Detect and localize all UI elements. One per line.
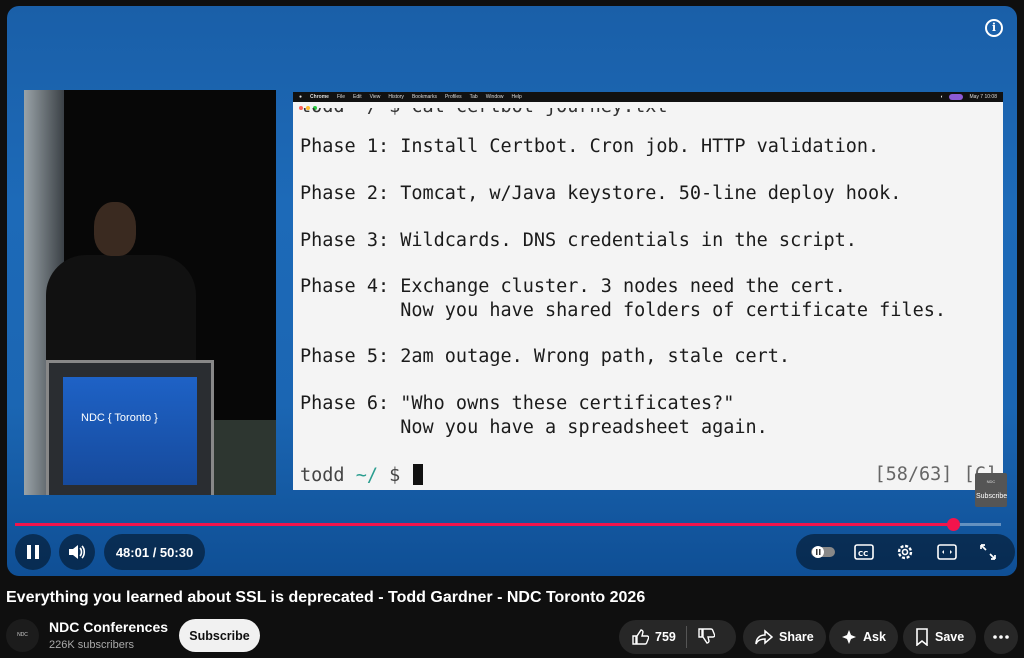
pause-button[interactable] [15, 534, 51, 570]
subscriber-count: 226K subscribers [49, 639, 134, 651]
menubar-item: History [388, 94, 404, 100]
menubar-item: Profiles [444, 94, 462, 100]
time-total: 50:30 [159, 544, 194, 560]
ask-label: Ask [863, 630, 886, 644]
volume-icon [69, 545, 86, 559]
menubar-item: Help [511, 94, 522, 100]
progress-fill [15, 523, 953, 526]
menubar-item: View [369, 94, 381, 100]
share-button[interactable]: Share [743, 620, 826, 654]
prompt-user: todd [300, 465, 345, 486]
save-button[interactable]: Save [903, 620, 977, 654]
menubar-item: Bookmarks [411, 94, 437, 100]
video-player[interactable]: i NDC { Toronto } ● Chrome File Edit Vie… [7, 6, 1017, 576]
share-icon [755, 629, 773, 645]
camera-shelf [204, 420, 276, 495]
terminal-line: Now you have a spreadsheet again. [300, 417, 768, 438]
fullscreen-icon [980, 544, 997, 560]
time-current: 48:01 [115, 544, 150, 560]
captions-button[interactable]: CC [851, 541, 877, 563]
apple-icon: ● [299, 94, 303, 100]
video-title: Everything you learned about SSL is depr… [6, 589, 646, 606]
menubar-item: Window [485, 94, 504, 100]
fullscreen-button[interactable] [975, 541, 1001, 563]
speaker-body [46, 255, 196, 375]
status-icon: ◐ [940, 94, 944, 100]
progress-bar[interactable] [15, 518, 1001, 531]
menubar-item: File [336, 94, 345, 100]
prompt-dir: ~/ [355, 465, 378, 486]
terminal-line: Phase 6: "Who owns these certificates?" [300, 393, 735, 414]
presentation-slide: ● Chrome File Edit View History Bookmark… [293, 92, 1003, 490]
share-label: Share [779, 630, 814, 644]
info-icon[interactable]: i [985, 19, 1003, 37]
terminal-cursor [413, 464, 424, 485]
dislike-icon [698, 627, 716, 644]
ask-button[interactable]: Ask [829, 620, 898, 654]
more-actions-button[interactable] [984, 620, 1018, 654]
volume-button[interactable] [59, 534, 95, 570]
prompt-symbol: $ [389, 465, 401, 486]
save-label: Save [935, 630, 965, 644]
miniplayer-icon [937, 544, 957, 560]
menubar-app: Chrome [310, 94, 329, 100]
channel-watermark[interactable]: NDC [975, 473, 1007, 507]
more-icon [993, 635, 1009, 639]
settings-icon [898, 544, 913, 560]
time-display: 48:01 / 50:30 [104, 534, 205, 570]
progress-scrubber[interactable] [946, 518, 960, 531]
terminal-line: Phase 4: Exchange cluster. 3 nodes need … [300, 276, 846, 297]
sparkle-icon [842, 630, 856, 644]
terminal-line: Phase 2: Tomcat, w/Java keystore. 50-lin… [300, 183, 902, 204]
captions-icon: CC [854, 544, 874, 560]
pause-icon [27, 545, 39, 559]
watermark-subscribe-label[interactable]: Subscribe [976, 493, 1007, 500]
podium: NDC { Toronto } [46, 360, 214, 495]
action-divider [685, 626, 687, 648]
speaker-camera-feed: NDC { Toronto } [24, 90, 276, 495]
menubar-item: Tab [469, 94, 478, 100]
podium-screen: NDC { Toronto } [63, 377, 197, 485]
like-button[interactable]: 759 [631, 628, 676, 646]
settings-button[interactable] [892, 541, 918, 563]
terminal-line: Now you have shared folders of certifica… [300, 300, 947, 321]
save-icon [916, 628, 928, 646]
svg-text:CC: CC [858, 550, 868, 558]
terminal-prompt: todd ~/ $ [300, 464, 424, 486]
like-icon [632, 629, 649, 645]
avatar[interactable]: NDC Conferences [6, 619, 39, 652]
status-pill-icon [949, 94, 964, 100]
autoplay-toggle-icon [810, 546, 835, 558]
mac-menubar: ● Chrome File Edit View History Bookmark… [293, 92, 1003, 102]
menubar-clock: May 7 10:08 [969, 94, 997, 100]
terminal-line: Phase 3: Wildcards. DNS credentials in t… [300, 230, 857, 251]
dislike-button[interactable] [697, 627, 716, 648]
miniplayer-button[interactable] [934, 541, 960, 563]
subscribe-button[interactable]: Subscribe [179, 619, 260, 652]
time-separator: / [149, 544, 160, 560]
podium-logo: NDC { Toronto } [81, 412, 158, 424]
like-dislike-group: 759 [619, 620, 736, 654]
right-controls: CC [796, 534, 1015, 570]
like-count: 759 [655, 630, 676, 644]
menubar-item: Edit [353, 94, 362, 100]
speaker-head [94, 202, 136, 256]
autoplay-toggle[interactable] [810, 541, 836, 563]
terminal-line: Phase 1: Install Certbot. Cron job. HTTP… [300, 136, 880, 157]
terminal-line: Phase 5: 2am outage. Wrong path, stale c… [300, 346, 791, 367]
channel-name[interactable]: NDC Conferences [49, 619, 168, 635]
